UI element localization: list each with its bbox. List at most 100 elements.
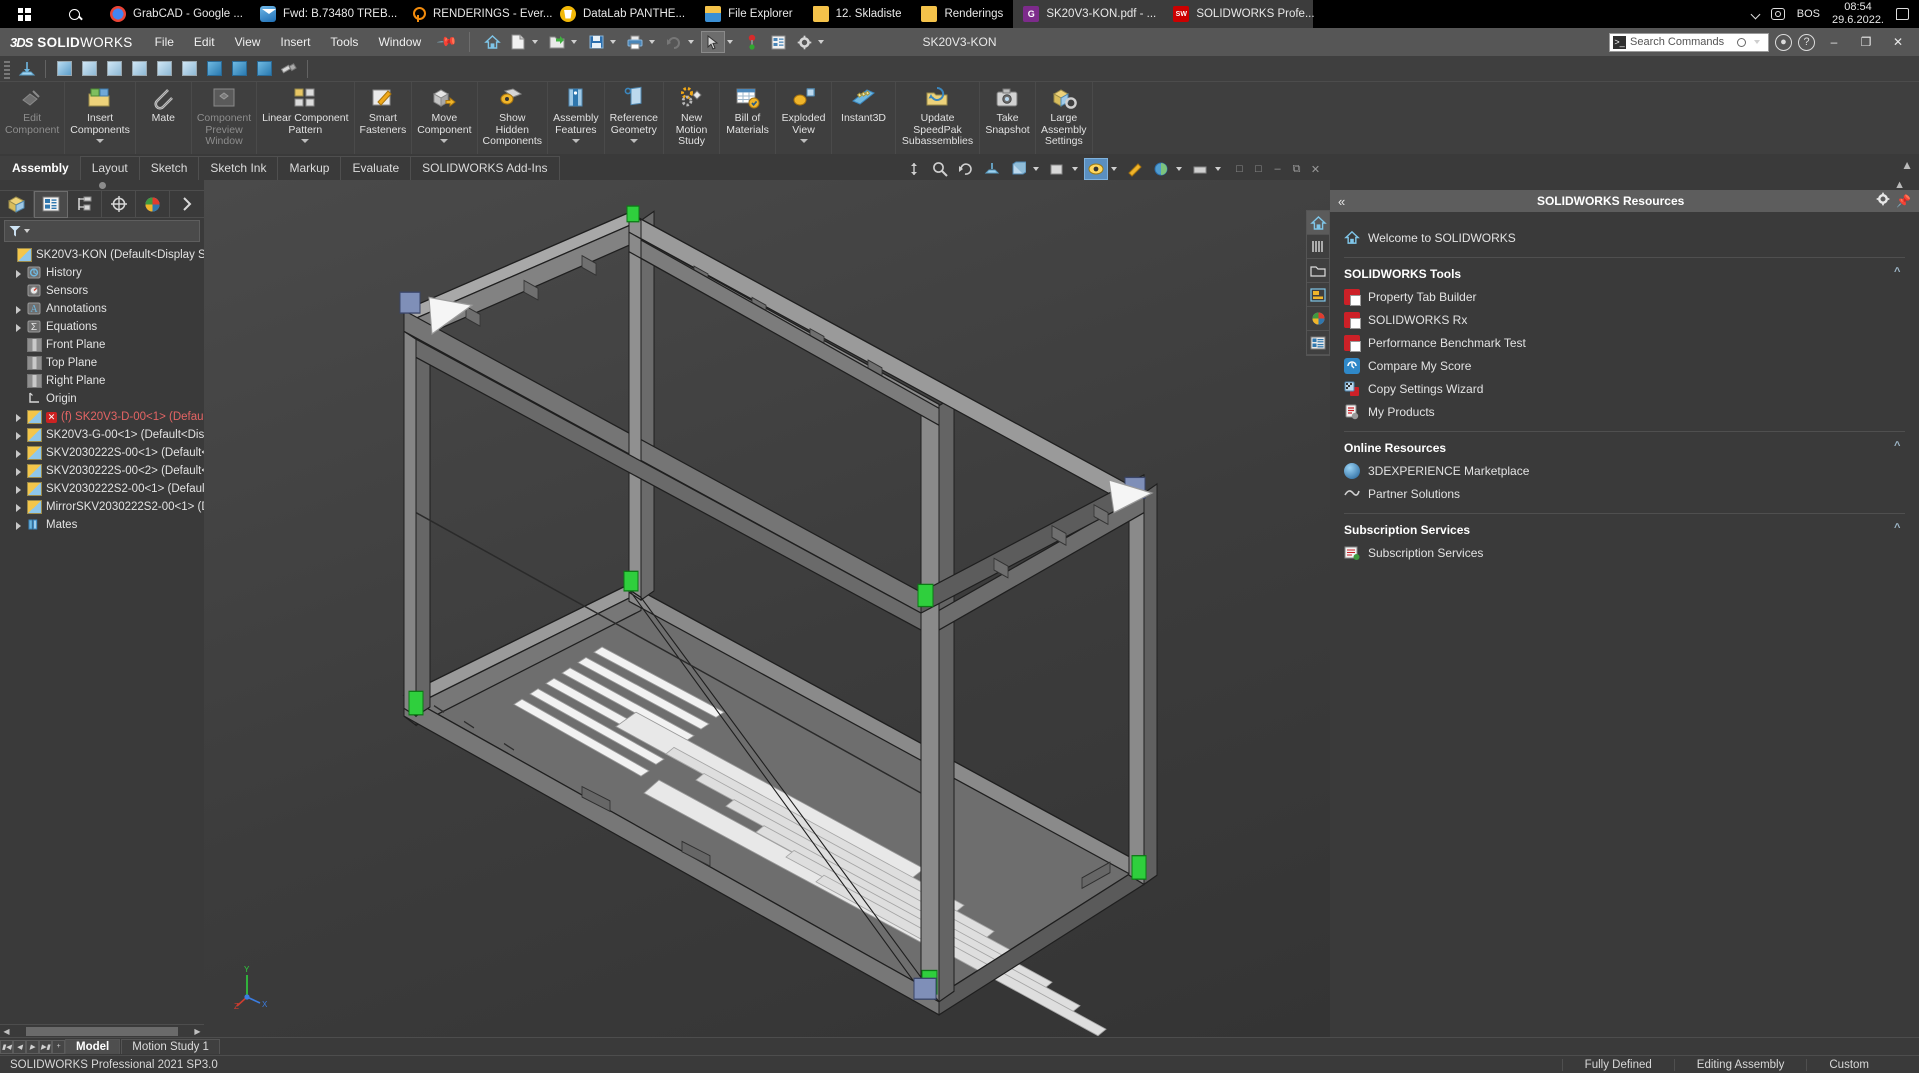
search-input[interactable]: Search Commands — [1630, 36, 1724, 48]
resource-my-products[interactable]: My Products — [1344, 400, 1919, 423]
tree-item-front-plane[interactable]: Front Plane — [2, 336, 204, 354]
chevron-down-icon[interactable] — [571, 139, 580, 143]
feature-tree-filter[interactable] — [4, 220, 200, 242]
scrollbar-thumb[interactable] — [26, 1026, 178, 1036]
task-pane-collapse-up-icon[interactable]: ▲ — [1894, 179, 1905, 191]
view-settings-icon[interactable] — [1188, 158, 1212, 180]
expand-arrow[interactable] — [14, 485, 23, 494]
layout-icon[interactable] — [1307, 283, 1329, 307]
ribbon-move-component[interactable]: Move Component — [412, 82, 478, 154]
pin-icon[interactable]: 📌 — [1896, 194, 1911, 208]
tree-item-skv2030222s-00-1[interactable]: SKV2030222S-00<1> (Default<Displa — [2, 444, 204, 462]
ribbon-reference-geometry[interactable]: Reference Geometry — [605, 82, 665, 154]
tab-configuration-manager[interactable] — [68, 190, 102, 218]
tab-markup[interactable]: Markup — [277, 156, 342, 180]
resource-partner-solutions[interactable]: Partner Solutions — [1344, 482, 1919, 505]
ribbon-edit-component[interactable]: Edit Component — [0, 82, 66, 154]
menu-view[interactable]: View — [225, 31, 271, 53]
new-document-icon[interactable] — [506, 31, 530, 53]
restore-down-icon[interactable]: □ — [1231, 161, 1248, 177]
start-button[interactable] — [0, 0, 48, 28]
menu-insert[interactable]: Insert — [270, 31, 320, 53]
view-orientation-icon[interactable] — [203, 59, 225, 79]
chevron-down-icon[interactable] — [1754, 40, 1760, 44]
chevron-down-icon[interactable] — [688, 40, 695, 44]
section-header-solidworks-tools[interactable]: SOLIDWORKS Tools ^ — [1344, 257, 1905, 283]
chevron-up-icon[interactable]: ^ — [1894, 441, 1905, 453]
notification-icon[interactable] — [1896, 8, 1909, 20]
tree-item-sk20v3-g-00[interactable]: SK20V3-G-00<1> (Default<Display S — [2, 426, 204, 444]
menu-tools[interactable]: Tools — [320, 31, 368, 53]
tree-item-annotations[interactable]: A Annotations — [2, 300, 204, 318]
tab-dimxpert-manager[interactable] — [102, 190, 136, 218]
taskbar-item-renderings-folder[interactable]: Renderings — [911, 0, 1013, 28]
minimize-icon[interactable]: □ — [1250, 161, 1267, 177]
display-style-draft-icon[interactable] — [178, 59, 200, 79]
ribbon-take-snapshot[interactable]: Take Snapshot — [980, 82, 1037, 154]
panel-resize-handle[interactable] — [0, 180, 204, 190]
save-icon[interactable] — [584, 31, 608, 53]
taskbar-item-skladiste[interactable]: 12. Skladiste — [803, 0, 912, 28]
ribbon-smart-fasteners[interactable]: Smart Fasteners — [355, 82, 413, 154]
ribbon-instant3d[interactable]: Instant3D — [832, 82, 897, 154]
ribbon-exploded-view[interactable]: Exploded View — [776, 82, 833, 154]
tab-layout[interactable]: Layout — [79, 156, 140, 180]
chevron-down-icon[interactable] — [610, 40, 617, 44]
display-style-shaded-icon[interactable] — [53, 59, 75, 79]
section-header-subscription-services[interactable]: Subscription Services ^ — [1344, 513, 1905, 539]
chevron-down-icon[interactable] — [629, 139, 638, 143]
tree-item-origin[interactable]: Origin — [2, 390, 204, 408]
expand-arrow[interactable] — [14, 431, 23, 440]
tree-item-skv2030222s2-00[interactable]: SKV2030222S2-00<1> (Default<Disp — [2, 480, 204, 498]
view-settings-icon[interactable] — [253, 59, 275, 79]
edit-appearance-icon[interactable] — [1123, 158, 1147, 180]
taskbar-item-mail[interactable]: Fwd: B.73480 TREB... — [250, 0, 400, 28]
expand-arrow[interactable] — [4, 251, 13, 260]
toolbar-grip[interactable] — [4, 58, 10, 79]
tab-feature-tree[interactable] — [0, 190, 34, 218]
chevron-down-icon[interactable] — [799, 139, 808, 143]
folder-icon[interactable] — [1307, 259, 1329, 283]
tree-item-root[interactable]: SK20V3-KON (Default<Display State-1>) — [2, 246, 204, 264]
ribbon-update-speedpak[interactable]: Update SpeedPak Subassemblies — [896, 82, 981, 154]
chevron-down-icon[interactable] — [1111, 167, 1117, 171]
gear-icon[interactable] — [1876, 192, 1890, 211]
tab-assembly[interactable]: Assembly — [0, 156, 81, 180]
open-document-icon[interactable] — [545, 31, 569, 53]
expand-arrow[interactable] — [14, 413, 23, 422]
camera-icon[interactable] — [1770, 8, 1785, 20]
chevron-down-icon[interactable] — [727, 40, 734, 44]
graphics-viewport[interactable]: Y X Z — [204, 180, 1330, 1037]
select-icon[interactable] — [701, 31, 726, 53]
expand-arrow[interactable] — [14, 467, 23, 476]
undo-icon[interactable] — [662, 31, 686, 53]
tab-evaluate[interactable]: Evaluate — [340, 156, 412, 180]
display-style-icon[interactable] — [1045, 158, 1069, 180]
ribbon-assembly-features[interactable]: Assembly Features — [548, 82, 605, 154]
menu-window[interactable]: Window — [368, 31, 431, 53]
search-commands-box[interactable]: >_ Search Commands — [1609, 32, 1769, 52]
clock[interactable]: 08:54 29.6.2022. — [1832, 1, 1884, 27]
ribbon-new-motion-study[interactable]: New Motion Study — [664, 82, 721, 154]
restore-window-icon[interactable]: ⧉ — [1288, 161, 1305, 177]
chevron-up-icon[interactable]: ^ — [1894, 267, 1905, 279]
taskbar-item-grabcad[interactable]: GrabCAD - Google ... — [100, 0, 250, 28]
collapse-left-icon[interactable]: « — [1338, 194, 1345, 209]
ribbon-show-hidden-components[interactable]: Show Hidden Components — [478, 82, 549, 154]
rebuild-icon[interactable] — [740, 31, 764, 53]
tab-sketch-ink[interactable]: Sketch Ink — [198, 156, 279, 180]
help-icon[interactable]: ? — [1798, 33, 1815, 51]
resource-property-tab-builder[interactable]: Property Tab Builder — [1344, 285, 1919, 308]
model-tab[interactable]: Model — [65, 1039, 121, 1054]
section-header-online-resources[interactable]: Online Resources ^ — [1344, 431, 1905, 457]
apply-scene-icon[interactable] — [228, 59, 250, 79]
restore-button[interactable]: ❐ — [1853, 30, 1879, 54]
taskbar-item-renderings-evernote[interactable]: RENDERINGS - Ever... — [400, 0, 553, 28]
tree-item-mirror-skv2030222s2-00[interactable]: MirrorSKV2030222S2-00<1> (Default — [2, 498, 204, 516]
chevron-down-icon[interactable] — [818, 40, 825, 44]
appearance-icon[interactable] — [1307, 307, 1329, 331]
taskbar-item-file-explorer[interactable]: File Explorer — [695, 0, 803, 28]
tab-property-manager[interactable] — [34, 190, 68, 218]
chevron-down-icon[interactable] — [440, 139, 449, 143]
scroll-right-arrow[interactable]: ▶ — [191, 1026, 204, 1037]
